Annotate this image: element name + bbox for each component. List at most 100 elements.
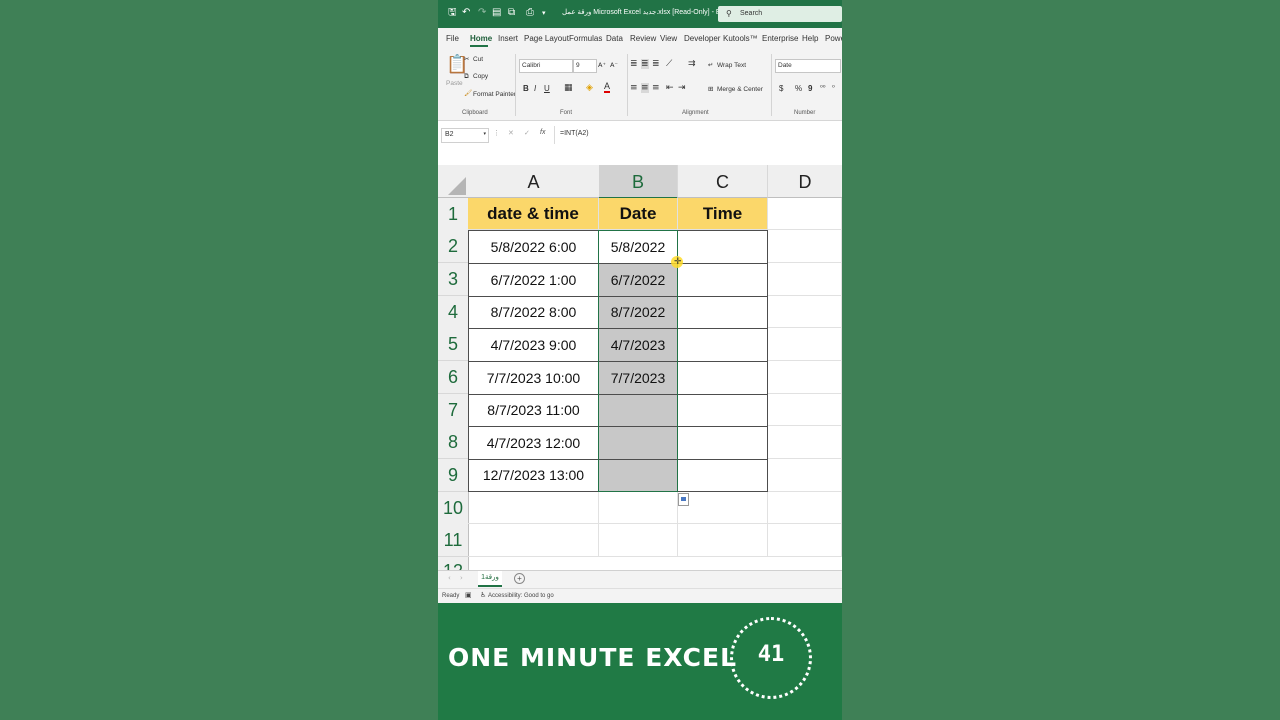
- tab-view[interactable]: View: [660, 34, 677, 43]
- cell-a5[interactable]: 4/7/2023 9:00: [468, 328, 599, 362]
- column-header-d[interactable]: D: [768, 165, 842, 198]
- cell-a4[interactable]: 8/7/2022 8:00: [468, 296, 599, 329]
- format-painter-icon[interactable]: 🖌: [464, 89, 472, 97]
- tab-enterprise[interactable]: Enterprise: [762, 34, 798, 43]
- row-header-12[interactable]: 12: [438, 557, 469, 570]
- align-center-icon[interactable]: ≡: [641, 83, 649, 93]
- align-bottom-icon[interactable]: ≣: [652, 59, 660, 69]
- cell-b4[interactable]: 8/7/2022: [598, 296, 678, 329]
- wrap-text-button[interactable]: Wrap Text: [717, 62, 746, 69]
- cell-b9[interactable]: [598, 459, 678, 492]
- cancel-icon[interactable]: ✕: [508, 129, 514, 137]
- row-header-11[interactable]: 11: [438, 524, 469, 557]
- cell-c7[interactable]: [677, 394, 768, 427]
- row-header-6[interactable]: 6: [438, 361, 469, 394]
- cell-a8[interactable]: 4/7/2023 12:00: [468, 426, 599, 460]
- underline-button[interactable]: U: [544, 84, 550, 93]
- increase-indent-icon[interactable]: ⇥: [678, 83, 686, 93]
- redo-icon[interactable]: ↷: [478, 7, 486, 19]
- format-painter-button[interactable]: Format Painter: [473, 91, 516, 98]
- cell-c11[interactable]: [678, 524, 768, 557]
- cell-a9[interactable]: 12/7/2023 13:00: [468, 459, 599, 492]
- add-sheet-icon[interactable]: +: [514, 573, 525, 584]
- row-header-7[interactable]: 7: [438, 394, 469, 427]
- tab-kutools[interactable]: Kutools™: [723, 34, 758, 43]
- cell-c8[interactable]: [677, 426, 768, 460]
- cell-b6[interactable]: 7/7/2023: [598, 361, 678, 395]
- column-header-b[interactable]: B: [599, 165, 678, 199]
- accessibility-icon[interactable]: ♿: [480, 591, 486, 599]
- select-all-corner[interactable]: [438, 165, 469, 198]
- search-box[interactable]: ⚲ Search: [718, 6, 842, 22]
- insert-function-button[interactable]: fx: [540, 129, 545, 136]
- align-middle-icon[interactable]: ≣: [641, 59, 649, 69]
- cell-c6[interactable]: [677, 361, 768, 395]
- previous-sheet-icon[interactable]: ‹: [448, 574, 451, 582]
- cell-b8[interactable]: [598, 426, 678, 460]
- formula-input[interactable]: =INT(A2): [560, 130, 589, 137]
- undo-icon[interactable]: ↶: [462, 7, 470, 19]
- cell-a10[interactable]: [468, 492, 599, 524]
- copy-icon[interactable]: ⧉: [464, 72, 469, 81]
- cell-a11[interactable]: [468, 524, 599, 557]
- tab-power[interactable]: Power: [825, 34, 842, 43]
- row-header-2[interactable]: 2: [438, 230, 469, 263]
- print-icon[interactable]: ⎙: [526, 7, 534, 19]
- borders-icon[interactable]: ▦: [564, 83, 573, 93]
- name-box[interactable]: B2 ▾: [441, 128, 489, 143]
- font-size-dropdown[interactable]: 9: [573, 59, 597, 73]
- cell-b3[interactable]: 6/7/2022: [598, 263, 678, 297]
- sheet-tab-active[interactable]: ورقة1: [478, 571, 502, 587]
- cell-a1[interactable]: date & time: [468, 198, 599, 230]
- cell-d8[interactable]: [768, 426, 842, 459]
- merge-center-icon[interactable]: ⊞: [708, 85, 713, 93]
- decrease-indent-icon[interactable]: ⇤: [666, 83, 674, 93]
- fill-color-icon[interactable]: ◈: [586, 83, 593, 93]
- italic-button[interactable]: I: [534, 84, 536, 93]
- row-header-8[interactable]: 8: [438, 426, 469, 459]
- cell-d3[interactable]: [768, 263, 842, 296]
- grow-font-icon[interactable]: A⁺: [598, 61, 606, 69]
- cell-c1[interactable]: Time: [678, 198, 768, 230]
- cell-d9[interactable]: [768, 459, 842, 492]
- cell-c5[interactable]: [677, 328, 768, 362]
- align-right-icon[interactable]: ≡: [652, 83, 660, 93]
- cell-c3[interactable]: [677, 263, 768, 297]
- cell-b10[interactable]: [599, 492, 678, 524]
- align-left-icon[interactable]: ≡: [630, 83, 638, 93]
- tab-formulas[interactable]: Formulas: [569, 34, 602, 43]
- column-header-a[interactable]: A: [468, 165, 600, 198]
- cell-c10[interactable]: [678, 492, 768, 524]
- tab-help[interactable]: Help: [802, 34, 818, 43]
- cell-c4[interactable]: [677, 296, 768, 329]
- row-header-10[interactable]: 10: [438, 492, 469, 525]
- form-icon[interactable]: ▤: [492, 7, 501, 19]
- tab-insert[interactable]: Insert: [498, 34, 518, 43]
- tab-file[interactable]: File: [446, 34, 459, 43]
- cell-d11[interactable]: [768, 524, 842, 557]
- cell-a2[interactable]: 5/8/2022 6:00: [468, 230, 599, 264]
- bold-button[interactable]: B: [523, 84, 529, 93]
- cell-d5[interactable]: [768, 328, 842, 361]
- wrap-text-icon[interactable]: ↵: [708, 61, 713, 69]
- shrink-font-icon[interactable]: A⁻: [610, 61, 618, 69]
- increase-decimal-icon[interactable]: ⁰⁰: [820, 84, 826, 92]
- status-accessibility[interactable]: Accessibility: Good to go: [488, 593, 554, 599]
- tab-home[interactable]: Home: [470, 34, 492, 43]
- percent-button[interactable]: %: [795, 84, 802, 93]
- worksheet-grid[interactable]: A B C D 1 2 3 4 5 6 7 8 9 10 11 12: [438, 165, 842, 570]
- row-header-5[interactable]: 5: [438, 328, 469, 361]
- copy-qat-icon[interactable]: ⧉: [508, 7, 515, 19]
- tab-data[interactable]: Data: [606, 34, 623, 43]
- cell-d10[interactable]: [768, 492, 842, 524]
- row-header-4[interactable]: 4: [438, 296, 469, 329]
- cell-a7[interactable]: 8/7/2023 11:00: [468, 394, 599, 427]
- cell-c2[interactable]: [677, 230, 768, 264]
- cell-d4[interactable]: [768, 296, 842, 328]
- tab-review[interactable]: Review: [630, 34, 656, 43]
- row-header-9[interactable]: 9: [438, 459, 469, 492]
- enter-icon[interactable]: ✓: [524, 129, 530, 137]
- cell-c9[interactable]: [677, 459, 768, 492]
- cell-d6[interactable]: [768, 361, 842, 394]
- decrease-decimal-icon[interactable]: ⁰: [832, 84, 835, 92]
